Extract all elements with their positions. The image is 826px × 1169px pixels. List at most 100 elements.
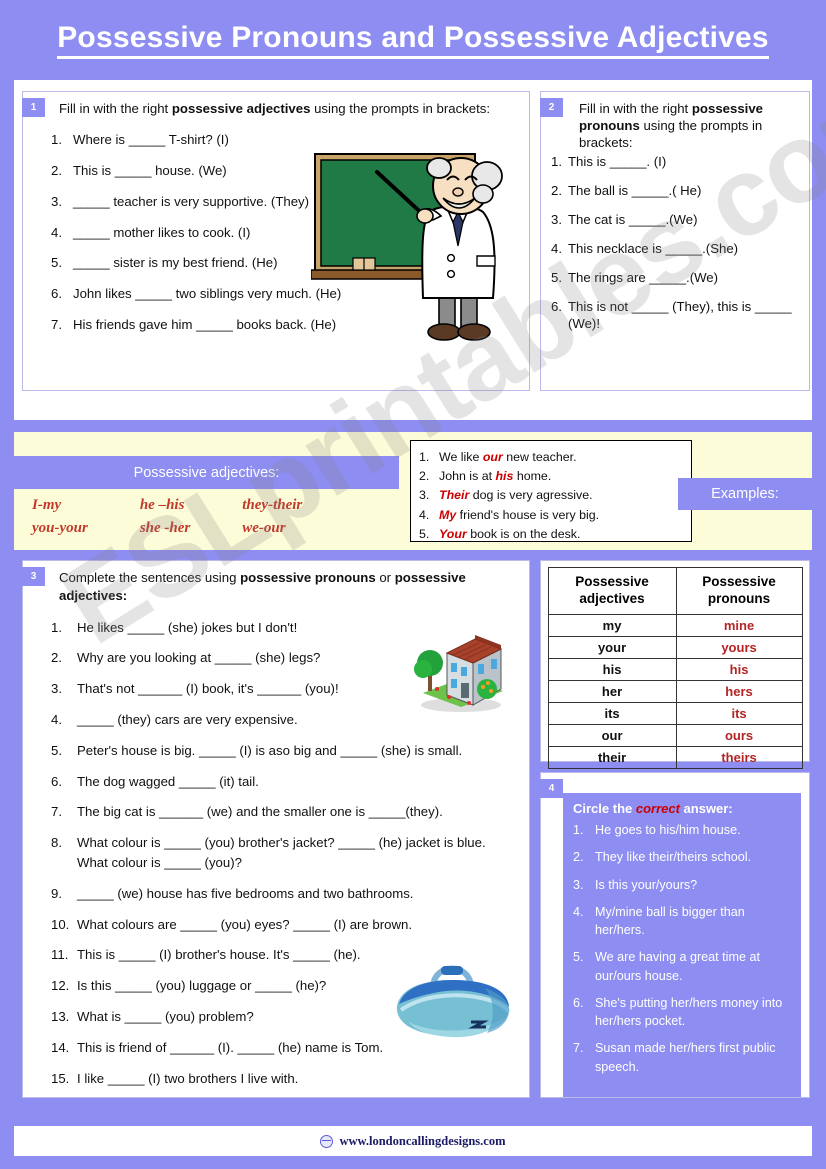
ex4-title-post: answer:: [679, 801, 733, 816]
house-image: [403, 619, 515, 715]
item-text: What colours are _____ (you) eyes? _____…: [77, 916, 412, 932]
item-number: 6.: [573, 995, 584, 1010]
teacher-at-blackboard-image: [310, 150, 523, 348]
item-number: 12.: [51, 978, 70, 994]
item-number: 2.: [573, 850, 584, 865]
ex-highlight: his: [495, 469, 514, 484]
examples-box: 1. We like our new teacher. 2. John is at …: [410, 440, 692, 542]
list-item: 7. Susan made her/hers first public speec…: [573, 1039, 791, 1076]
list-item: 3. The cat is _____.(We): [551, 211, 799, 229]
list-item: 8. What colour is _____ (you) brother's j…: [51, 833, 519, 873]
list-item: 5. The rings are _____.(We): [551, 269, 799, 287]
item-number: 2.: [51, 162, 62, 178]
item-text: They like their/theirs school.: [595, 850, 752, 865]
ex-post: home.: [513, 469, 552, 484]
pairs-column-1: I-my you-your: [32, 494, 88, 541]
table-row: my mine: [547, 613, 803, 637]
exercise-4-content: Circle the correct answer: 1. He goes to …: [563, 793, 801, 1097]
footer-url: www.londoncallingdesigns.com: [339, 1133, 506, 1148]
list-item: 15. I like _____ (I) two brothers I live …: [51, 1069, 519, 1089]
item-number: 1.: [551, 154, 562, 170]
pair-you-your: you-your: [32, 520, 88, 537]
item-number: 1.: [419, 450, 430, 464]
ex-post: friend's house is very big.: [456, 507, 600, 522]
cell-adjective: its: [547, 701, 677, 725]
table-row: your yours: [547, 635, 803, 659]
cell-pronoun: hers: [675, 679, 803, 703]
item-text: Is this your/yours?: [595, 877, 698, 892]
column-header-adjectives: Possessive adjectives: [547, 567, 677, 615]
item-number: 2.: [419, 469, 430, 484]
item-number: 4.: [551, 240, 562, 256]
exercise-1-badge: 1: [22, 98, 45, 117]
exercise-4-question-list: 1. He goes to his/him house. 2. They like …: [573, 821, 791, 1076]
exercise-4-badge: 4: [540, 779, 563, 798]
ex1-instr-bold: possessive adjectives: [171, 101, 311, 116]
cell-adjective: your: [547, 635, 677, 659]
item-number: 1.: [573, 823, 584, 837]
item-text: My/mine ball is bigger than her/hers.: [595, 904, 745, 937]
item-text: The cat is _____.(We): [568, 212, 698, 228]
item-text: Peter's house is big. _____ (I) is aso b…: [77, 742, 463, 758]
item-number: 13.: [51, 1008, 70, 1024]
list-item: 4. My/mine ball is bigger than her/hers.: [573, 903, 791, 940]
list-item: 1. We like our new teacher.: [419, 448, 683, 467]
item-number: 7.: [51, 317, 62, 333]
cell-pronoun: its: [675, 701, 803, 725]
list-item: 2. They like their/theirs school.: [573, 848, 791, 866]
page-title: Possessive Pronouns and Possessive Adjec…: [57, 21, 769, 59]
list-item: 10. What colours are _____ (you) eyes? __…: [51, 915, 519, 935]
item-number: 4.: [51, 712, 62, 728]
list-item: 1. Where is _____ T-shirt? (I): [51, 131, 363, 149]
ex-highlight: our: [482, 450, 503, 464]
exercise-4-panel: 4 Circle the correct answer: 1. He goes t…: [540, 772, 810, 1098]
ex-pre: John is at: [439, 469, 496, 484]
footer: www.londoncallingdesigns.com: [14, 1126, 812, 1156]
item-number: 4.: [573, 904, 584, 919]
possessive-adjective-pairs: I-my you-your he –his she -her they-thei…: [32, 494, 302, 541]
item-text: Where is _____ T-shirt? (I): [73, 132, 229, 148]
table-row: its its: [547, 701, 803, 725]
item-number: 7.: [51, 804, 62, 820]
item-text: John is at his home.: [439, 467, 551, 486]
exercise-2-instruction: Fill in with the right possessive pronou…: [551, 100, 799, 151]
item-text: The ball is _____.( He): [568, 183, 702, 199]
ex4-title-pre: Circle the: [573, 801, 636, 816]
item-text: We like our new teacher.: [439, 448, 577, 467]
item-text: What colour is _____ (you) brother's jac…: [77, 835, 486, 870]
blue-duffel-bag-image: [387, 946, 517, 1046]
item-number: 5.: [51, 255, 62, 271]
ex1-instr-pre: Fill in with the right: [59, 101, 172, 116]
globe-icon: [320, 1134, 334, 1148]
exercise-3-instruction: Complete the sentences using possessive …: [33, 569, 519, 605]
item-text: He goes to his/him house.: [595, 823, 741, 837]
examples-list: 1. We like our new teacher. 2. John is at …: [419, 448, 683, 544]
item-text: This is _____. (I): [568, 154, 667, 170]
cell-pronoun: his: [675, 657, 803, 681]
ex-post: dog is very agressive.: [469, 488, 593, 503]
item-number: 6.: [51, 773, 62, 789]
table-row: our ours: [547, 723, 803, 747]
ex2-instr-pre: Fill in with the right: [579, 101, 692, 116]
cell-adjective: her: [547, 679, 677, 703]
ex3-instr-pre: Complete the sentences using: [59, 570, 241, 585]
pair-she-her: she -her: [139, 520, 191, 537]
cell-pronoun: theirs: [675, 745, 803, 769]
cell-adjective: his: [547, 657, 677, 681]
list-item: 2. John is at his home.: [419, 467, 683, 486]
item-number: 1.: [51, 619, 62, 635]
ex3-instr-bold1: possessive pronouns: [240, 570, 376, 585]
ex-post: book is on the desk.: [466, 526, 581, 541]
item-number: 4.: [419, 507, 430, 522]
list-item: 6. This is not _____ (They), this is ____…: [551, 298, 799, 334]
list-item: 6. She's putting her/hers money into her/…: [573, 994, 791, 1031]
pairs-column-3: they-their we-our: [242, 494, 302, 541]
ex-post: new teacher.: [502, 450, 577, 464]
list-item: 4. My friend's house is very big.: [419, 506, 683, 525]
item-number: 3.: [551, 212, 562, 228]
table-row: his his: [547, 657, 803, 681]
exercise-1-instruction: Fill in with the right possessive adject…: [33, 100, 519, 117]
pair-he-his: he –his: [139, 497, 185, 513]
cell-pronoun: ours: [675, 723, 803, 747]
item-number: 2.: [551, 183, 562, 199]
